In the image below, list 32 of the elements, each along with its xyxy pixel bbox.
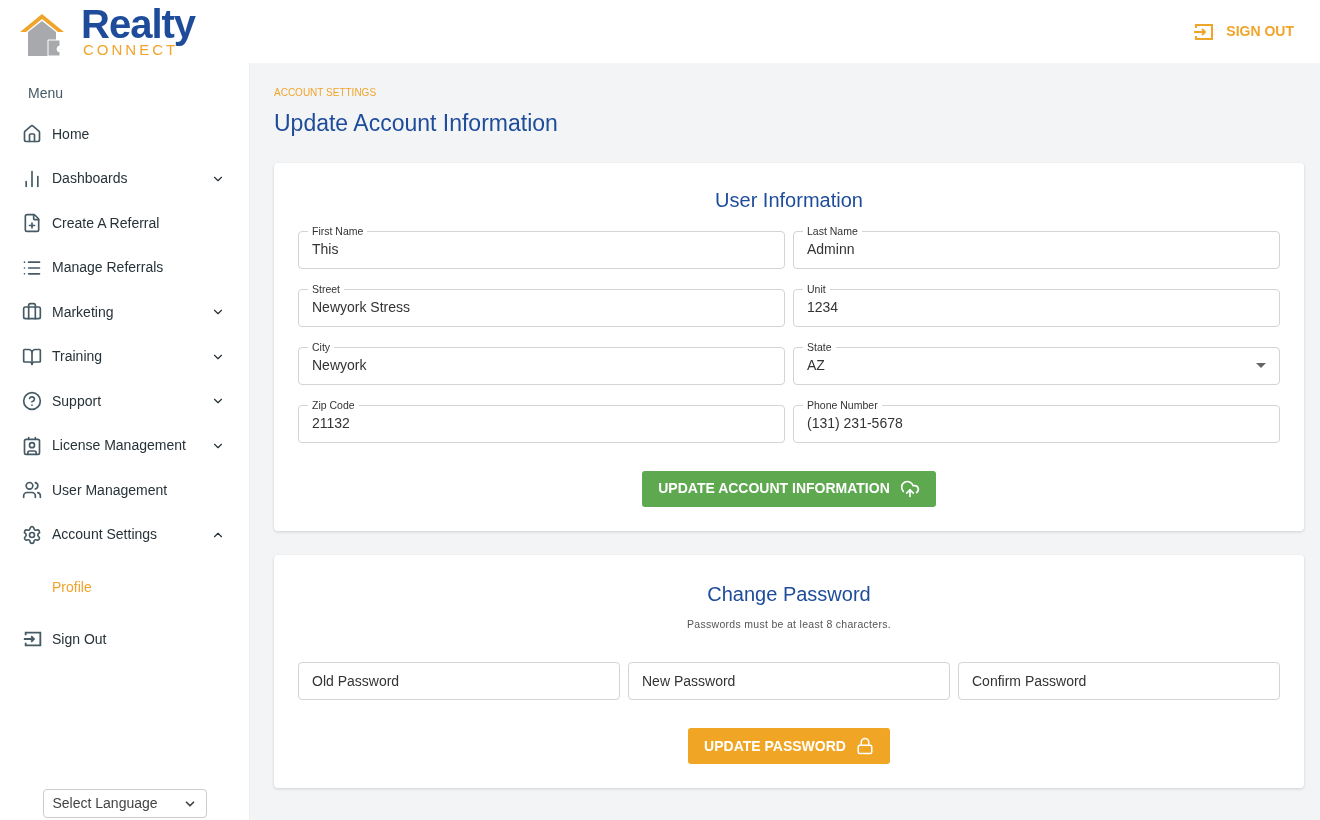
document-plus-icon: [22, 213, 42, 234]
dropdown-caret-icon: [1256, 363, 1266, 368]
bar-chart-icon: [22, 168, 42, 189]
home-icon: [22, 124, 42, 145]
sidebar-item[interactable]: Manage Referrals: [0, 245, 249, 290]
page-title: Update Account Information: [274, 109, 559, 138]
sidebar-item[interactable]: Training: [0, 334, 249, 379]
sidebar-item[interactable]: Create A Referral: [0, 201, 249, 246]
sidebar-item[interactable]: Dashboards: [0, 156, 249, 201]
breadcrumb: ACCOUNT SETTINGS: [274, 86, 378, 100]
password-field[interactable]: New Password: [628, 662, 950, 701]
briefcase-icon: [22, 302, 42, 323]
users-icon: [22, 480, 42, 501]
sidebar-item[interactable]: Support: [0, 379, 249, 424]
id-badge-icon: [22, 435, 42, 456]
password-field[interactable]: Confirm Password: [958, 662, 1280, 701]
sidebar-item[interactable]: Account Settings: [0, 512, 249, 557]
sidebar-item[interactable]: Home: [0, 112, 249, 157]
menu-heading: Menu: [27, 84, 65, 103]
lock-icon: [855, 737, 874, 756]
password-field[interactable]: Old Password: [298, 662, 620, 701]
help-icon: [22, 391, 42, 412]
settings-icon: [22, 524, 42, 545]
sidebar-item[interactable]: Marketing: [0, 290, 249, 335]
cloud-upload-icon: [899, 478, 920, 499]
sidebar-item[interactable]: Sign Out: [0, 617, 249, 662]
language-select[interactable]: Select Language: [42, 789, 207, 818]
card-title: User Information: [714, 187, 864, 213]
sidebar-item[interactable]: User Management: [0, 468, 249, 513]
card-title: Change Password: [706, 581, 872, 607]
sidebar-item[interactable]: License Management: [0, 423, 249, 468]
password-hint: Passwords must be at least 8 characters.: [686, 616, 892, 632]
